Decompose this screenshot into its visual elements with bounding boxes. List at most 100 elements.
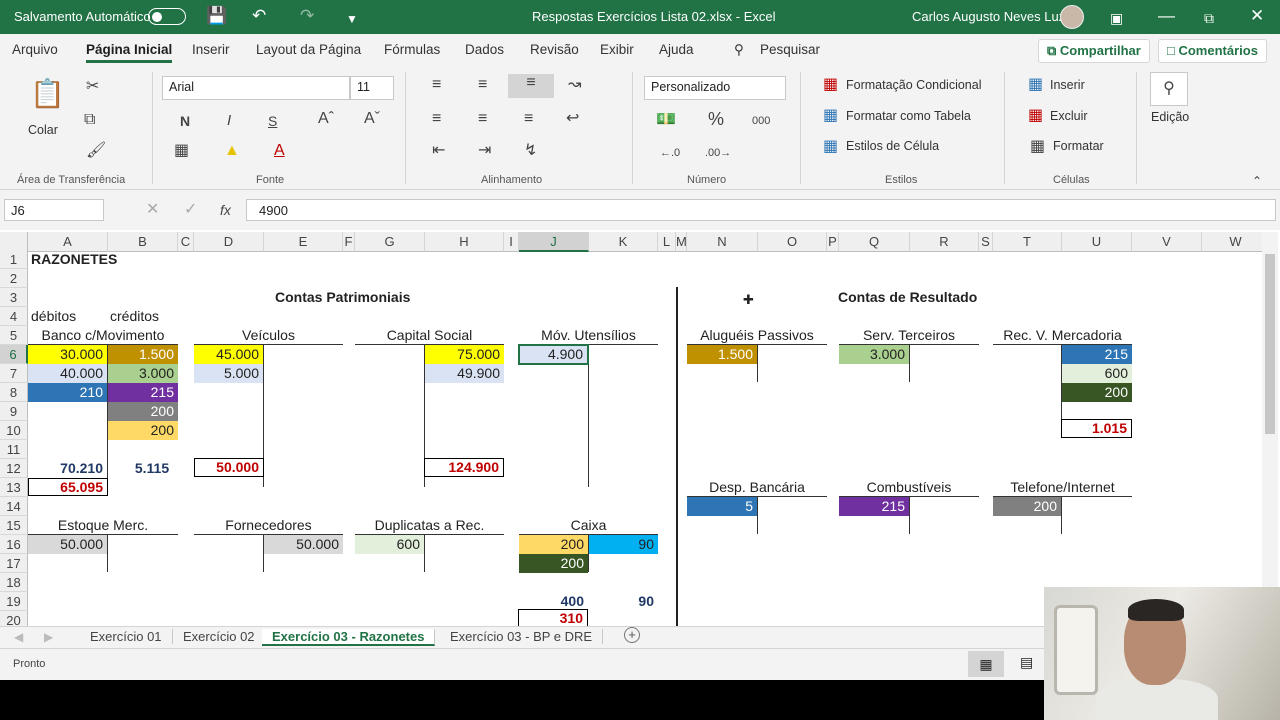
row-header[interactable]: 2 <box>0 269 28 288</box>
row-header[interactable]: 3 <box>0 288 28 307</box>
paste-icon[interactable]: 📋 <box>30 78 65 110</box>
worksheet-grid[interactable]: A B C D E F G H I J K L M N O P Q R S T … <box>0 230 1280 626</box>
caixa-balance[interactable]: 310 <box>518 609 588 626</box>
ribbon-display-icon[interactable]: ▣ <box>1110 8 1123 28</box>
column-header[interactable]: M <box>676 232 687 252</box>
select-all-corner[interactable] <box>0 232 28 252</box>
receita-credit-1[interactable]: 215 <box>1062 345 1132 364</box>
banco-debit-3[interactable]: 210 <box>28 383 107 402</box>
banco-debit-1[interactable]: 30.000 <box>28 345 107 364</box>
insert-cells-button[interactable]: Inserir <box>1050 78 1085 92</box>
receita-credit-2[interactable]: 600 <box>1062 364 1132 383</box>
format-table-icon[interactable]: ▦ <box>823 107 838 125</box>
scroll-tabs-right-icon[interactable]: ▶ <box>44 630 53 644</box>
row-header[interactable]: 19 <box>0 592 28 611</box>
column-header[interactable]: P <box>827 232 839 252</box>
normal-view-icon[interactable]: ▦ <box>968 651 1004 677</box>
banco-credit-2[interactable]: 3.000 <box>108 364 178 383</box>
font-color-icon[interactable]: A <box>274 142 285 160</box>
column-header[interactable]: B <box>108 232 178 252</box>
delete-cells-button[interactable]: Excluir <box>1050 109 1088 123</box>
sheet-tab-exercicio-01[interactable]: Exercício 01 <box>80 629 173 644</box>
banco-credit-1[interactable]: 1.500 <box>108 345 178 364</box>
row-header[interactable]: 17 <box>0 554 28 573</box>
caixa-debit-2[interactable]: 200 <box>519 554 588 573</box>
editing-button[interactable]: Edição <box>1151 110 1189 124</box>
copy-icon[interactable]: ⧉ <box>84 111 95 129</box>
row-header[interactable]: 10 <box>0 421 28 440</box>
column-header[interactable]: N <box>687 232 758 252</box>
banco-credit-4[interactable]: 200 <box>108 402 178 421</box>
tab-ajuda[interactable]: Ajuda <box>659 42 694 57</box>
sheet-tab-exercicio-02[interactable]: Exercício 02 <box>173 629 266 644</box>
column-header[interactable]: E <box>264 232 343 252</box>
autosave-toggle[interactable] <box>148 8 186 25</box>
collapse-ribbon-icon[interactable]: ⌃ <box>1252 172 1262 190</box>
number-format-dropdown[interactable]: Personalizado <box>644 76 786 100</box>
page-layout-view-icon[interactable]: ▤ <box>1020 654 1033 671</box>
text-orientation-icon[interactable]: ↝ <box>568 76 581 94</box>
banco-credit-5[interactable]: 200 <box>108 421 178 440</box>
row-header[interactable]: 5 <box>0 326 28 345</box>
function-icon[interactable]: fx <box>220 201 231 219</box>
scroll-tabs-left-icon[interactable]: ◀ <box>14 630 23 644</box>
tab-pagina-inicial[interactable]: Página Inicial <box>86 42 173 63</box>
increase-font-icon[interactable]: Aˆ <box>318 110 334 128</box>
column-header[interactable]: O <box>758 232 827 252</box>
close-icon[interactable]: ✕ <box>1250 6 1264 26</box>
veiculos-total[interactable]: 50.000 <box>194 458 264 477</box>
decrease-indent-icon[interactable]: ⇤ <box>432 142 445 160</box>
telefone-debit-1[interactable]: 200 <box>993 497 1061 516</box>
add-sheet-icon[interactable]: + <box>624 627 640 643</box>
row-header[interactable]: 15 <box>0 516 28 535</box>
column-header-selected[interactable]: J <box>519 232 589 252</box>
receita-total[interactable]: 1.015 <box>1061 419 1132 438</box>
font-size-dropdown[interactable]: 11 <box>350 76 394 100</box>
align-left-icon[interactable]: ≡ <box>432 110 441 128</box>
row-header[interactable]: 4 <box>0 307 28 326</box>
align-middle-icon[interactable]: ≡ <box>478 76 487 94</box>
name-box[interactable]: J6 <box>4 199 104 221</box>
cancel-icon[interactable]: ✕ <box>146 201 159 219</box>
estoque-debit-1[interactable]: 50.000 <box>28 535 107 554</box>
decrease-decimal-icon[interactable]: .00→ <box>705 144 731 162</box>
column-header[interactable]: R <box>910 232 979 252</box>
column-header[interactable]: G <box>355 232 425 252</box>
row-header[interactable]: 9 <box>0 402 28 421</box>
conditional-format-icon[interactable]: ▦ <box>823 76 838 94</box>
format-painter-icon[interactable]: 🖌 <box>86 142 106 160</box>
align-top-icon[interactable]: ≡ <box>432 76 441 94</box>
fornecedores-credit-1[interactable]: 50.000 <box>264 535 343 554</box>
merge-icon[interactable]: ↯ <box>524 142 537 160</box>
undo-icon[interactable]: ↶ <box>252 6 266 26</box>
insert-cells-icon[interactable]: ▦ <box>1028 76 1043 94</box>
row-header[interactable]: 8 <box>0 383 28 402</box>
row-header[interactable]: 7 <box>0 364 28 383</box>
column-header[interactable]: F <box>343 232 355 252</box>
row-header[interactable]: 12 <box>0 459 28 478</box>
receita-credit-3[interactable]: 200 <box>1062 383 1132 402</box>
capital-credit-2[interactable]: 49.900 <box>425 364 504 383</box>
avatar[interactable] <box>1060 5 1084 29</box>
banco-balance[interactable]: 65.095 <box>28 478 108 496</box>
row-header[interactable]: 1 <box>0 250 28 269</box>
currency-icon[interactable]: 💵 <box>656 111 676 129</box>
tab-layout[interactable]: Layout da Página <box>256 42 361 57</box>
sheet-tab-exercicio-03-razonetes[interactable]: Exercício 03 - Razonetes <box>262 629 436 646</box>
row-header-selected[interactable]: 6 <box>0 345 28 364</box>
caixa-total-credit[interactable]: 90 <box>589 592 658 611</box>
banco-credit-3[interactable]: 215 <box>108 383 178 402</box>
tab-inserir[interactable]: Inserir <box>192 42 230 57</box>
tab-formulas[interactable]: Fórmulas <box>384 42 440 57</box>
bold-button[interactable]: N <box>180 112 190 130</box>
percent-icon[interactable]: % <box>708 110 724 128</box>
thousands-icon[interactable]: 000 <box>752 112 770 130</box>
column-header[interactable]: S <box>979 232 993 252</box>
font-name-dropdown[interactable]: Arial <box>162 76 350 100</box>
servicos-debit-1[interactable]: 3.000 <box>839 345 909 364</box>
increase-indent-icon[interactable]: ⇥ <box>478 142 491 160</box>
selected-cell-j6[interactable]: 4.900 <box>518 344 589 365</box>
scrollbar-thumb[interactable] <box>1265 254 1275 434</box>
quick-access-menu-icon[interactable]: ▼ <box>346 9 358 29</box>
column-header[interactable]: K <box>589 232 658 252</box>
